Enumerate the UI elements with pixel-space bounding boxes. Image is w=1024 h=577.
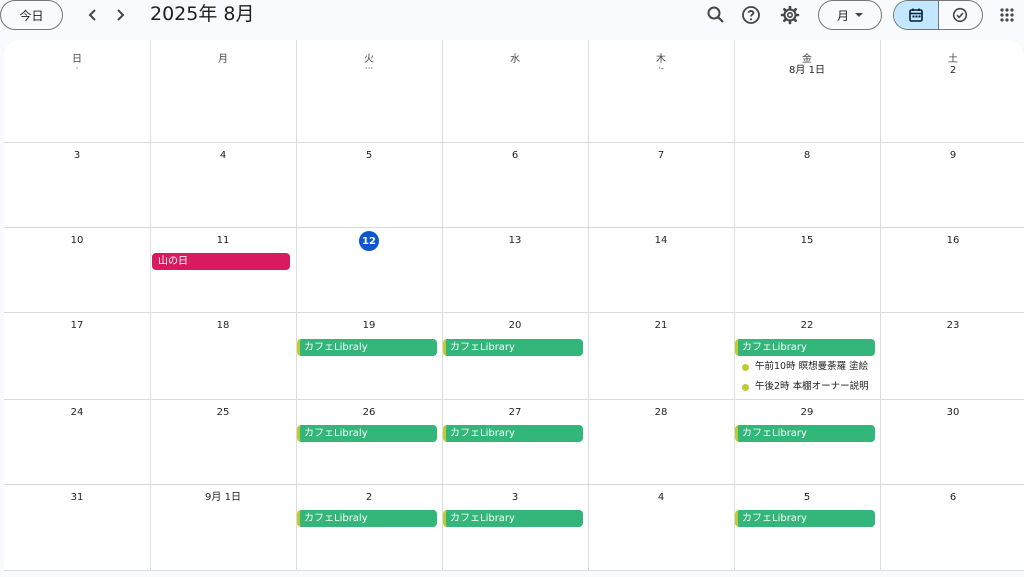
date-number[interactable]: 4 (150, 149, 296, 163)
calendar-icon (909, 8, 923, 22)
apps-icon (1000, 8, 1014, 22)
event-chip[interactable]: カフェLibrary (443, 425, 583, 442)
date-number[interactable]: 11 (150, 234, 296, 248)
event-chip[interactable]: カフェLibrary (443, 339, 583, 356)
search-icon (707, 6, 724, 23)
settings-button[interactable] (777, 2, 803, 28)
weekday-header: 金 (802, 54, 812, 65)
next-month-button[interactable] (107, 2, 133, 28)
row-divider (4, 227, 1024, 228)
date-number[interactable]: 30 (880, 406, 1024, 420)
google-apps-button[interactable] (994, 2, 1020, 28)
date-number[interactable]: 20 (442, 319, 588, 333)
chevron-right-icon (117, 9, 125, 21)
event-chip[interactable]: カフェLibrary (735, 425, 875, 442)
timed-event-label: 午後2時 本棚オーナー説明 (755, 381, 869, 392)
date-today[interactable]: 12 (359, 231, 379, 251)
date-number[interactable]: 4 (588, 491, 734, 505)
weekday-header: 日 (72, 54, 82, 65)
app-toggle (893, 0, 983, 30)
search-button[interactable] (703, 2, 729, 28)
weekday-subtext: ·- (657, 64, 665, 74)
weekday-subtext: · (75, 64, 79, 74)
prev-month-button[interactable] (80, 2, 106, 28)
weekday-header: 月 (218, 54, 228, 65)
date-number[interactable]: 21 (588, 319, 734, 333)
event-chip[interactable]: カフェLibraly (297, 425, 437, 442)
date-number[interactable]: 13 (442, 234, 588, 248)
event-dot-icon (742, 363, 749, 371)
gear-icon (780, 5, 800, 25)
row-divider (4, 484, 1024, 485)
row-divider (4, 312, 1024, 313)
event-chip-holiday[interactable]: 山の日 (152, 253, 290, 270)
event-chip[interactable]: カフェLibraly (297, 339, 437, 356)
event-chip[interactable]: カフェLibrary (735, 339, 875, 356)
date-number[interactable]: 9月 1日 (150, 491, 296, 505)
date-number[interactable]: 19 (296, 319, 442, 333)
date-number[interactable]: 2 (880, 64, 1024, 78)
date-number[interactable]: 10 (4, 234, 150, 248)
row-divider (4, 399, 1024, 400)
date-number[interactable]: 8月 1日 (734, 64, 880, 78)
date-number[interactable]: 2 (296, 491, 442, 505)
event-chip[interactable]: カフェLibraly (297, 510, 437, 527)
date-number[interactable]: 16 (880, 234, 1024, 248)
date-number[interactable]: 24 (4, 406, 150, 420)
chevron-left-icon (88, 9, 96, 21)
date-number[interactable]: 22 (734, 319, 880, 333)
date-number[interactable]: 6 (442, 149, 588, 163)
timed-event[interactable]: 午後2時 本棚オーナー説明 (742, 380, 876, 394)
event-chip[interactable]: カフェLibrary (443, 510, 583, 527)
event-dot-icon (742, 383, 749, 391)
date-number[interactable]: 26 (296, 406, 442, 420)
date-number[interactable]: 23 (880, 319, 1024, 333)
row-divider (4, 570, 1024, 571)
date-number[interactable]: 3 (442, 491, 588, 505)
timed-event[interactable]: 午前10時 瞑想曼荼羅 塗絵 (742, 360, 876, 374)
task-icon (953, 7, 968, 23)
timed-event-label: 午前10時 瞑想曼荼羅 塗絵 (755, 361, 869, 372)
today-button[interactable]: 今日 (0, 0, 63, 30)
month-grid: 日 月 火 水 木 金 土 · ··· ·- 山の日 カフェLibraly カフ… (4, 40, 1024, 571)
date-number[interactable]: 3 (4, 149, 150, 163)
date-number[interactable]: 29 (734, 406, 880, 420)
date-number[interactable]: 17 (4, 319, 150, 333)
top-bar: 今日 2025年 8月 月 (0, 0, 1024, 30)
weekday-subtext: ··· (364, 64, 374, 74)
view-switcher-label: 月 (836, 8, 849, 23)
view-switcher-button[interactable]: 月 (818, 0, 882, 30)
row-divider (4, 142, 1024, 143)
date-number[interactable]: 18 (150, 319, 296, 333)
event-chip[interactable]: カフェLibrary (735, 510, 875, 527)
date-number[interactable]: 7 (588, 149, 734, 163)
date-number[interactable]: 5 (734, 491, 880, 505)
help-button[interactable] (738, 2, 764, 28)
date-number[interactable]: 31 (4, 491, 150, 505)
date-number[interactable]: 15 (734, 234, 880, 248)
weekday-header: 土 (948, 54, 958, 65)
date-number[interactable]: 14 (588, 234, 734, 248)
weekday-header: 火 (364, 54, 374, 65)
caret-down-icon (855, 13, 863, 17)
date-number[interactable]: 9 (880, 149, 1024, 163)
date-number[interactable]: 6 (880, 491, 1024, 505)
date-number[interactable]: 27 (442, 406, 588, 420)
help-icon (742, 6, 760, 24)
weekday-header: 木 (656, 54, 666, 65)
tasks-view-toggle[interactable] (937, 1, 982, 29)
calendar-view-toggle[interactable] (894, 1, 938, 29)
date-number[interactable]: 28 (588, 406, 734, 420)
page-title: 2025年 8月 (150, 3, 255, 25)
date-number[interactable]: 25 (150, 406, 296, 420)
date-number[interactable]: 5 (296, 149, 442, 163)
weekday-header: 水 (510, 54, 520, 65)
date-number[interactable]: 8 (734, 149, 880, 163)
